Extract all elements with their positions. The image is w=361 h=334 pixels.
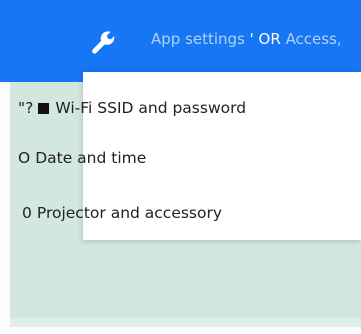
menu-item-mark: "?	[18, 99, 34, 117]
menu-item-wifi[interactable]: "? Wi-Fi SSID and password	[0, 88, 296, 128]
background-footer	[10, 318, 361, 327]
menu-item-label: Date and time	[35, 149, 147, 167]
header-title-suffix: Access,	[285, 30, 342, 48]
menu-item-mark: 0	[22, 204, 32, 222]
header-title: App settings ' OR Access,	[151, 30, 342, 48]
menu-item-projector[interactable]: 0 Projector and accessory	[0, 193, 300, 233]
app-header: App settings ' OR Access,	[0, 0, 361, 82]
menu-item-mark: O	[18, 149, 31, 167]
header-separator: ' OR	[244, 30, 286, 48]
checkbox-icon	[38, 102, 50, 114]
menu-item-date-time[interactable]: O Date and time	[0, 138, 296, 178]
header-title-prefix: App settings	[151, 30, 245, 48]
menu-item-label: Wi-Fi SSID and password	[55, 99, 247, 117]
menu-item-label: Projector and accessory	[36, 204, 223, 222]
wrench-icon	[92, 31, 115, 54]
